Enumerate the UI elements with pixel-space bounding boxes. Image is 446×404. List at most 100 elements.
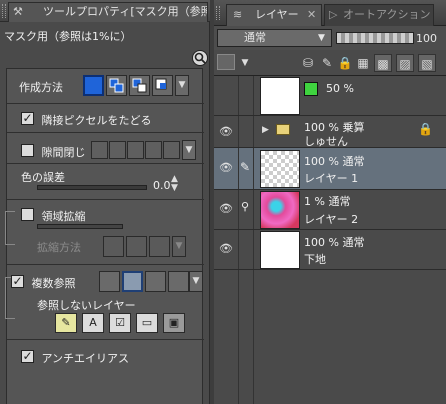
intersect-selection-button[interactable]	[152, 75, 173, 96]
layer-stack-icon: ≋	[233, 8, 243, 21]
color-margin-spinner[interactable]: ▲ ▼	[171, 175, 178, 193]
exclude-text-button[interactable]: A	[82, 313, 104, 333]
layer-panel: ≋ レイヤー ✕ ▷ オートアクション 通常 ▼ 100 ▼ ⛁ ✎ 🔒 ▦ ▩…	[214, 0, 446, 404]
ref-all-layers-button[interactable]	[99, 271, 120, 292]
chevron-down-icon[interactable]: ▼	[236, 54, 254, 72]
exclude-edit-button[interactable]: ☑	[109, 313, 131, 333]
layer-toolbar: ▼ ⛁ ✎ 🔒 ▦ ▩ ▨ ▧	[214, 50, 446, 76]
blend-mode-value: 通常	[244, 31, 266, 44]
close-gap-label: 隙間閉じ	[41, 146, 86, 159]
mask-show-icon[interactable]: ▨	[396, 54, 414, 72]
multi-ref-checkbox[interactable]	[11, 275, 24, 288]
layer-row[interactable]: 50 %	[214, 76, 446, 116]
antialias-checkbox[interactable]	[21, 350, 34, 363]
gap-level-5[interactable]	[163, 141, 180, 159]
blend-row: 通常 ▼ 100	[214, 26, 446, 50]
tab-layer[interactable]: ≋ レイヤー ✕	[226, 4, 322, 26]
reference-icon: ⚲	[241, 200, 250, 213]
multi-ref-label: 複数参照	[31, 277, 76, 290]
draft-layer-icon[interactable]: ✎	[318, 54, 336, 72]
tab-close-icon[interactable]: ✕	[307, 5, 316, 25]
layer-thumbnail	[260, 231, 300, 269]
expand-round-button[interactable]	[126, 236, 147, 257]
gap-level-1[interactable]	[91, 141, 108, 159]
subtract-selection-button[interactable]	[129, 75, 150, 96]
expand-square-button[interactable]	[103, 236, 124, 257]
chevron-down-icon: ▼	[318, 33, 325, 43]
magnify-icon[interactable]	[192, 50, 208, 66]
expand-method-label: 拡縮方法	[37, 241, 81, 254]
ref-folder-button[interactable]	[145, 271, 166, 292]
multi-ref-dropdown[interactable]: ▼	[189, 271, 203, 292]
layer-thumbnail	[260, 150, 300, 188]
clip-button[interactable]	[217, 54, 235, 70]
close-gap-checkbox[interactable]	[21, 144, 34, 157]
lock-icon[interactable]: 🔒	[336, 54, 354, 72]
follow-adjacent-label: 隣接ピクセルをたどる	[41, 114, 152, 127]
folder-icon	[276, 124, 290, 135]
tab-auto-action[interactable]: ▷ オートアクション	[324, 4, 434, 26]
gap-level-2[interactable]	[109, 141, 126, 159]
ref-selected-layers-button[interactable]	[122, 271, 143, 292]
layer-row[interactable]: 👁 ⚲ 1 % 通常 レイヤー 2	[214, 190, 446, 230]
ruler-icon[interactable]: ▧	[418, 54, 436, 72]
lock-icon[interactable]: 🔒	[418, 122, 433, 136]
ref-ref-layer-button[interactable]	[168, 271, 189, 292]
add-selection-button[interactable]	[106, 75, 127, 96]
tab-layer-label: レイヤー	[255, 8, 299, 21]
expand-area-slider[interactable]	[37, 224, 123, 229]
tool-property-header: ⚒ ツールプロパティ[マスク用（参照は	[0, 0, 210, 22]
pen-icon: ✎	[240, 160, 251, 174]
follow-adjacent-checkbox[interactable]	[21, 112, 34, 125]
expand-area-label: 領域拡縮	[41, 210, 86, 223]
layer-name: 下地	[304, 253, 326, 266]
opacity-value: 100	[416, 32, 437, 45]
layer-panel-tabs: ≋ レイヤー ✕ ▷ オートアクション	[214, 0, 446, 26]
folder-expand-icon[interactable]: ▶	[262, 125, 269, 135]
color-margin-label: 色の誤差	[21, 171, 65, 184]
tool-subtitle: マスク用（参照は1%に）	[4, 30, 132, 43]
expand-direction-button[interactable]	[149, 236, 170, 257]
tool-property-icon: ⚒	[13, 5, 23, 18]
mask-enable-icon[interactable]: ▩	[374, 54, 392, 72]
expand-area-checkbox[interactable]	[21, 208, 34, 221]
follow-adjacent-row[interactable]: 隣接ピクセルをたどる	[21, 112, 152, 128]
layer-row[interactable]: 👁 ▶ 100 % 乗算 しゅせん 🔒	[214, 116, 446, 148]
expand-method-dropdown[interactable]: ▼	[172, 236, 186, 257]
color-margin-slider[interactable]	[37, 185, 147, 190]
auto-action-icon: ▷	[329, 8, 338, 21]
blend-mode-select[interactable]: 通常 ▼	[217, 29, 332, 47]
panel-grip[interactable]	[2, 4, 6, 18]
close-gap-dropdown[interactable]: ▼	[182, 140, 196, 160]
ref-layer-icon[interactable]: ⛁	[299, 54, 317, 72]
layer-opacity-mode: 100 % 通常	[304, 155, 365, 168]
new-selection-button[interactable]	[83, 75, 104, 96]
layer-name: しゅせん	[304, 135, 348, 148]
exclude-locked-button[interactable]: ▣	[163, 313, 185, 333]
expand-area-row[interactable]: 領域拡縮	[21, 208, 86, 224]
panel-grip[interactable]	[216, 6, 220, 20]
layer-thumbnail	[260, 191, 300, 229]
antialias-label: アンチエイリアス	[41, 352, 130, 365]
creation-method-dropdown[interactable]: ▼	[175, 75, 189, 96]
gap-level-3[interactable]	[127, 141, 144, 159]
exclude-layers-label: 参照しないレイヤー	[37, 299, 136, 312]
gap-level-4[interactable]	[145, 141, 162, 159]
layer-opacity-mode: 50 %	[326, 82, 354, 95]
opacity-slider[interactable]	[336, 32, 414, 44]
multi-ref-row[interactable]: 複数参照	[11, 275, 76, 291]
close-gap-row[interactable]: 隙間閉じ	[21, 144, 86, 160]
exclude-paper-button[interactable]: ▭	[136, 313, 158, 333]
tool-property-tab-title: ツールプロパティ[マスク用（参照は	[43, 5, 208, 18]
exclude-draft-button[interactable]: ✎	[55, 313, 77, 333]
lock-transparency-icon[interactable]: ▦	[354, 54, 372, 72]
antialias-row[interactable]: アンチエイリアス	[21, 350, 129, 366]
layer-opacity-mode: 1 % 通常	[304, 195, 351, 208]
layer-thumbnail	[260, 77, 300, 115]
tab-auto-action-label: オートアクション	[343, 8, 431, 21]
selection-layer-icon	[304, 82, 318, 96]
layer-row[interactable]: 👁 100 % 通常 下地	[214, 230, 446, 270]
tab-tool-property[interactable]: ⚒ ツールプロパティ[マスク用（参照は	[8, 2, 208, 22]
layer-row[interactable]: 👁 ✎ 100 % 通常 レイヤー 1	[214, 148, 446, 190]
layer-opacity-mode: 100 % 通常	[304, 236, 365, 249]
